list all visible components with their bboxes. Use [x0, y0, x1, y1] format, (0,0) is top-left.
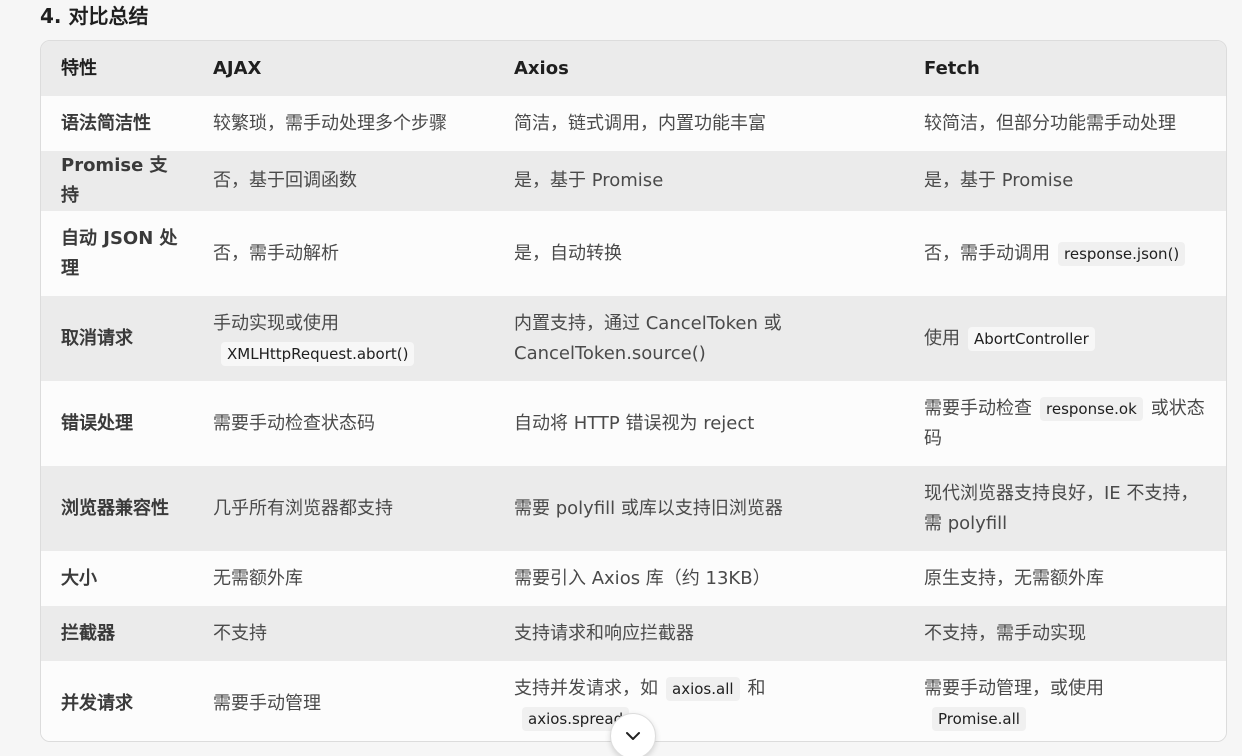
cell-axios: 支持请求和响应拦截器	[494, 606, 904, 661]
cell-axios: 是，自动转换	[494, 211, 904, 296]
cell-axios: 内置支持，通过 CancelToken 或 CancelToken.source(…	[494, 296, 904, 381]
header-axios: Axios	[494, 41, 904, 96]
cell-ajax: 需要手动检查状态码	[193, 381, 494, 466]
cell-fetch: 是，基于 Promise	[904, 151, 1226, 211]
cell-fetch: 需要手动管理，或使用 Promise.all	[904, 661, 1226, 741]
inline-code: response.json()	[1058, 241, 1186, 266]
inline-code: Promise.all	[932, 707, 1026, 731]
cell-text: 和	[747, 678, 766, 699]
table-row: 语法简洁性 较繁琐，需手动处理多个步骤 简洁，链式调用，内置功能丰富 较简洁，但…	[41, 96, 1226, 151]
cell-ajax: 不支持	[193, 606, 494, 661]
header-fetch: Fetch	[904, 41, 1226, 96]
cell-axios: 简洁，链式调用，内置功能丰富	[494, 96, 904, 151]
table-row: 错误处理 需要手动检查状态码 自动将 HTTP 错误视为 reject 需要手动…	[41, 381, 1226, 466]
cell-feature: 错误处理	[41, 381, 193, 466]
cell-feature: 浏览器兼容性	[41, 466, 193, 551]
cell-fetch: 现代浏览器支持良好，IE 不支持，需 polyfill	[904, 466, 1226, 551]
header-feature: 特性	[41, 41, 193, 96]
table-header-row: 特性 AJAX Axios Fetch	[41, 41, 1226, 96]
cell-fetch: 否，需手动调用 response.json()	[904, 211, 1226, 296]
cell-axios: 需要引入 Axios 库（约 13KB）	[494, 551, 904, 606]
table-row: Promise 支持 否，基于回调函数 是，基于 Promise 是，基于 Pr…	[41, 151, 1226, 211]
cell-text: 手动实现或使用	[213, 312, 339, 334]
inline-code: axios.all	[666, 677, 740, 701]
inline-code: response.ok	[1040, 396, 1143, 421]
cell-axios: 自动将 HTTP 错误视为 reject	[494, 381, 904, 466]
scroll-down-button[interactable]	[610, 713, 656, 756]
cell-ajax: 否，基于回调函数	[193, 151, 494, 211]
cell-ajax: 需要手动管理	[193, 661, 494, 741]
cell-feature: Promise 支持	[41, 151, 193, 211]
cell-feature: 拦截器	[41, 606, 193, 661]
table-row: 自动 JSON 处理 否，需手动解析 是，自动转换 否，需手动调用 respons…	[41, 211, 1226, 296]
header-ajax: AJAX	[193, 41, 494, 96]
cell-axios: 支持并发请求，如 axios.all 和 axios.spread	[494, 661, 904, 741]
table-row: 大小 无需额外库 需要引入 Axios 库（约 13KB） 原生支持，无需额外库	[41, 551, 1226, 606]
chevron-down-icon	[626, 732, 640, 740]
inline-code: XMLHttpRequest.abort()	[221, 341, 415, 366]
cell-feature: 自动 JSON 处理	[41, 211, 193, 296]
comparison-table: 特性 AJAX Axios Fetch 语法简洁性 较繁琐，需手动处理多个步骤 …	[40, 40, 1227, 742]
cell-ajax: 较繁琐，需手动处理多个步骤	[193, 96, 494, 151]
cell-text: 使用	[924, 327, 960, 349]
cell-text: 内置支持，通过 CancelToken 或	[514, 312, 782, 334]
page: 4. 对比总结 特性 AJAX Axios Fetch 语法简洁性 较繁琐，需手…	[0, 0, 1242, 756]
cell-ajax: 手动实现或使用 XMLHttpRequest.abort()	[193, 296, 494, 381]
cell-feature: 语法简洁性	[41, 96, 193, 151]
cell-text: 需要手动检查	[924, 397, 1032, 419]
section-heading: 4. 对比总结	[40, 4, 149, 28]
cell-axios: 需要 polyfill 或库以支持旧浏览器	[494, 466, 904, 551]
cell-ajax: 几乎所有浏览器都支持	[193, 466, 494, 551]
cell-feature: 并发请求	[41, 661, 193, 741]
cell-fetch: 不支持，需手动实现	[904, 606, 1226, 661]
cell-fetch: 较简洁，但部分功能需手动处理	[904, 96, 1226, 151]
cell-text: CancelToken.source()	[514, 342, 706, 364]
cell-feature: 大小	[41, 551, 193, 606]
cell-text: 支持并发请求，如	[514, 678, 658, 699]
cell-text: 否，需手动调用	[924, 242, 1050, 264]
cell-fetch: 使用 AbortController	[904, 296, 1226, 381]
cell-fetch: 原生支持，无需额外库	[904, 551, 1226, 606]
inline-code: AbortController	[968, 326, 1095, 351]
table-row: 拦截器 不支持 支持请求和响应拦截器 不支持，需手动实现	[41, 606, 1226, 661]
cell-ajax: 无需额外库	[193, 551, 494, 606]
table: 特性 AJAX Axios Fetch 语法简洁性 较繁琐，需手动处理多个步骤 …	[41, 41, 1226, 741]
table-row: 浏览器兼容性 几乎所有浏览器都支持 需要 polyfill 或库以支持旧浏览器 …	[41, 466, 1226, 551]
table-row: 取消请求 手动实现或使用 XMLHttpRequest.abort() 内置支持，…	[41, 296, 1226, 381]
cell-ajax: 否，需手动解析	[193, 211, 494, 296]
cell-text: 需要手动管理，或使用	[924, 678, 1104, 699]
cell-axios: 是，基于 Promise	[494, 151, 904, 211]
cell-feature: 取消请求	[41, 296, 193, 381]
cell-fetch: 需要手动检查 response.ok 或状态码	[904, 381, 1226, 466]
